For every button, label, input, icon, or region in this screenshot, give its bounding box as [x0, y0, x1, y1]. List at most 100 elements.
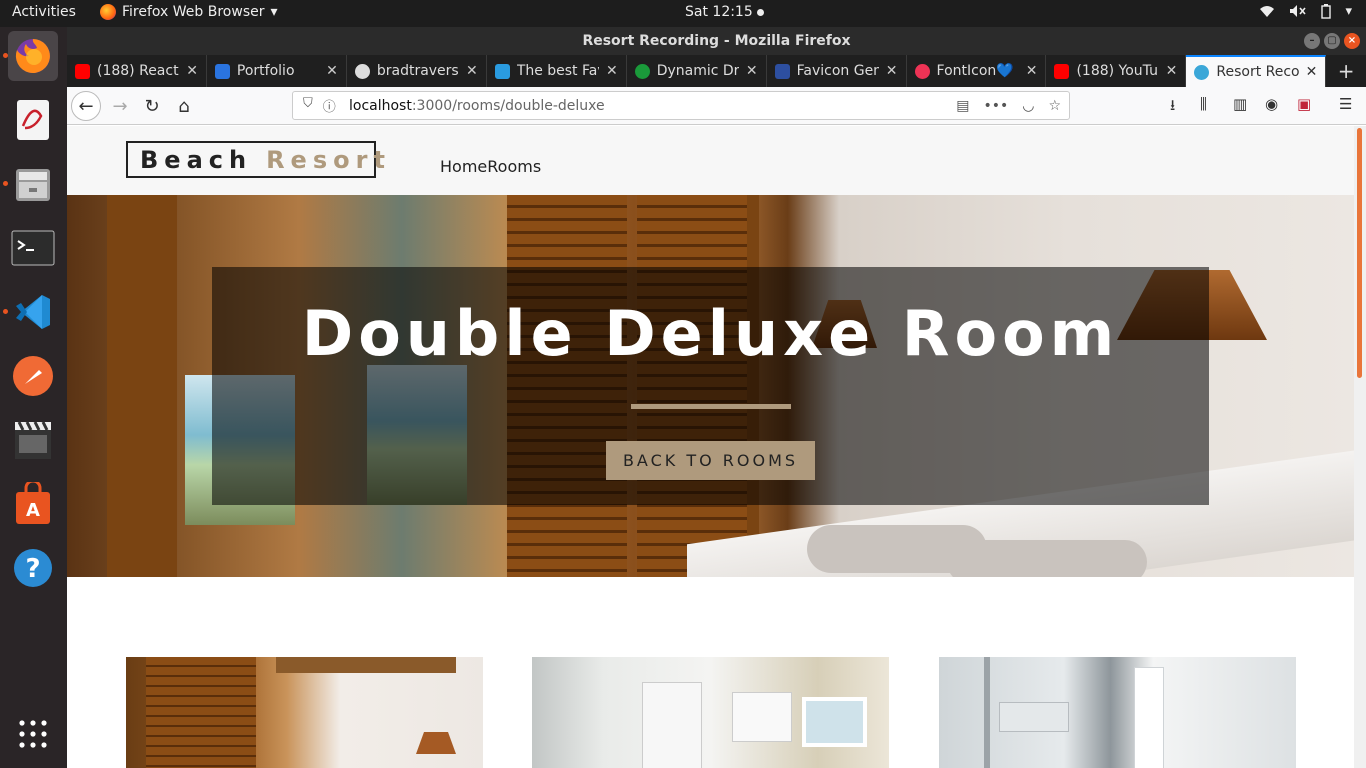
maximize-button[interactable]: ▢	[1324, 33, 1340, 49]
clock-label: Sat 12:15	[685, 4, 753, 20]
document-viewer-icon	[17, 100, 49, 140]
close-window-button[interactable]: ×	[1344, 33, 1360, 49]
tab-label: (188) YouTu	[1076, 63, 1158, 79]
close-tab-icon[interactable]: ✕	[1166, 63, 1178, 79]
close-tab-icon[interactable]: ✕	[746, 63, 758, 79]
back-button[interactable]: ←	[71, 91, 101, 121]
clock[interactable]: Sat 12:15	[685, 4, 764, 20]
scrollbar-thumb[interactable]	[1357, 128, 1362, 378]
tab-label: (188) React	[97, 63, 179, 79]
forward-button[interactable]: →	[105, 91, 135, 121]
wifi-icon	[1259, 4, 1275, 23]
svg-text:A: A	[26, 500, 40, 521]
dynamic-drive-icon	[634, 63, 650, 79]
library-icon[interactable]: ⫼	[1200, 95, 1207, 113]
tab-portfolio[interactable]: Portfolio ✕	[207, 55, 347, 87]
github-icon	[354, 63, 370, 79]
close-tab-icon[interactable]: ✕	[886, 63, 898, 79]
favicon-a-icon	[214, 63, 230, 79]
close-tab-icon[interactable]: ✕	[326, 63, 338, 79]
power-menu-icon: ▾	[1345, 4, 1352, 19]
postman-icon	[13, 356, 53, 396]
heart-icon	[914, 63, 930, 79]
running-indicator-icon	[3, 181, 8, 186]
back-to-rooms-button[interactable]: BACK TO ROOMS	[605, 441, 816, 480]
dock-document-viewer[interactable]	[8, 95, 58, 145]
tab-youtube[interactable]: (188) YouTu ✕	[1046, 55, 1187, 87]
hero-title-box: Double Deluxe Room BACK TO ROOMS	[212, 267, 1209, 505]
site-navbar: Beach Resort Home Rooms	[67, 126, 1366, 195]
url-text[interactable]: localhost:3000/rooms/double-deluxe	[349, 98, 956, 114]
home-button[interactable]: ⌂	[169, 91, 199, 121]
account-icon[interactable]: ◉	[1265, 95, 1278, 113]
react-icon	[1194, 64, 1210, 80]
nav-link-rooms[interactable]: Rooms	[487, 157, 541, 176]
url-path: :3000/rooms/double-deluxe	[411, 97, 605, 114]
terminal-icon	[11, 230, 55, 266]
url-bar[interactable]: ⛉ ⓘ localhost:3000/rooms/double-deluxe ▤ …	[292, 91, 1070, 120]
dock-video-editor[interactable]	[8, 415, 58, 465]
site-logo[interactable]: Beach Resort	[126, 141, 385, 178]
app-grid-icon	[19, 720, 47, 748]
close-tab-icon[interactable]: ✕	[1306, 64, 1318, 80]
tab-favicon-generator[interactable]: Favicon Gen ✕	[767, 55, 907, 87]
nav-link-home[interactable]: Home	[440, 157, 487, 176]
tab-react[interactable]: (188) React ✕	[67, 55, 207, 87]
hamburger-menu-icon[interactable]: ☰	[1339, 95, 1352, 113]
minimize-button[interactable]: –	[1304, 33, 1320, 49]
youtube-icon	[75, 63, 90, 79]
pocket-icon[interactable]: ◡	[1022, 98, 1034, 114]
dock-help[interactable]: ?	[8, 543, 58, 593]
hero-pillow	[947, 540, 1147, 577]
vscode-icon	[16, 295, 50, 329]
dock-firefox[interactable]	[3, 31, 58, 81]
tab-fonticon[interactable]: FontIcon💙 ✕	[907, 55, 1047, 87]
downloads-icon[interactable]: ⭳	[1170, 95, 1175, 120]
tab-resort-recording[interactable]: Resort Reco ✕	[1186, 55, 1327, 87]
room-photo-1	[126, 657, 483, 768]
site-info-icon[interactable]: ⓘ	[323, 96, 336, 115]
bookmark-star-icon[interactable]: ☆	[1048, 98, 1061, 114]
activities-button[interactable]: Activities	[12, 4, 76, 20]
sidebar-icon[interactable]: ▥	[1233, 95, 1247, 113]
close-tab-icon[interactable]: ✕	[606, 63, 618, 79]
web-page: Beach Resort Home Rooms Double Deluxe Room…	[67, 126, 1366, 768]
reload-button[interactable]: ↻	[137, 91, 167, 121]
dock-terminal[interactable]	[8, 223, 58, 273]
firefox-icon	[100, 4, 116, 20]
dock-vscode[interactable]	[3, 287, 58, 337]
running-indicator-icon	[3, 309, 8, 314]
extension-icon[interactable]: ▣	[1297, 95, 1311, 113]
dock-software-center[interactable]: A	[8, 479, 58, 529]
close-tab-icon[interactable]: ✕	[466, 63, 478, 79]
tab-label: FontIcon💙	[936, 63, 1014, 79]
tab-label: The best Fav	[516, 63, 599, 79]
page-scrollbar[interactable]	[1354, 126, 1366, 768]
title-underline	[630, 404, 791, 409]
tab-label: bradtraversy	[376, 63, 460, 79]
close-tab-icon[interactable]: ✕	[186, 63, 198, 79]
dock-postman[interactable]	[8, 351, 58, 401]
logo-accent-text: Resort	[266, 145, 391, 174]
app-menu-label: Firefox Web Browser	[122, 4, 265, 20]
room-photo-3	[939, 657, 1296, 768]
help-icon: ?	[14, 549, 52, 587]
tracking-shield-icon[interactable]: ⛉	[303, 96, 313, 115]
reader-view-icon[interactable]: ▤	[956, 98, 969, 114]
page-actions-icon[interactable]: •••	[983, 98, 1008, 114]
tab-dynamic-drive[interactable]: Dynamic Dri ✕	[627, 55, 767, 87]
tab-github[interactable]: bradtraversy ✕	[347, 55, 487, 87]
chevron-down-icon: ▾	[270, 4, 278, 20]
dock-app-grid[interactable]	[8, 709, 58, 759]
window-titlebar[interactable]: Resort Recording - Mozilla Firefox – ▢ ×	[67, 27, 1366, 55]
app-menu[interactable]: Firefox Web Browser ▾	[100, 4, 278, 20]
new-tab-button[interactable]: +	[1326, 55, 1366, 87]
file-manager-icon	[16, 169, 50, 201]
tab-label: Portfolio	[236, 63, 295, 79]
dock-file-manager[interactable]	[3, 159, 58, 209]
hero-banner: Double Deluxe Room BACK TO ROOMS	[67, 195, 1354, 577]
system-tray[interactable]: ▾	[1259, 4, 1352, 23]
site-menu: Home Rooms	[440, 157, 541, 176]
close-tab-icon[interactable]: ✕	[1026, 63, 1038, 79]
tab-favicon-best[interactable]: The best Fav ✕	[487, 55, 627, 87]
